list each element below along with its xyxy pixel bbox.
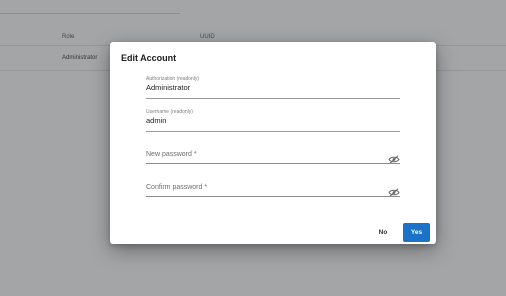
eye-off-icon[interactable] [388, 184, 400, 197]
yes-button[interactable]: Yes [403, 223, 430, 242]
username-value: admin [146, 116, 167, 125]
no-button[interactable]: No [374, 227, 392, 239]
username-underline [146, 131, 400, 132]
authorization-underline [146, 98, 400, 99]
confirm-password-underline [146, 196, 400, 197]
authorization-label: Authorization (readonly) [146, 76, 200, 82]
dialog-title: Edit Account [121, 53, 177, 63]
new-password-field[interactable]: New password * [146, 148, 400, 166]
new-password-placeholder: New password * [146, 151, 197, 158]
new-password-underline [146, 163, 400, 164]
eye-off-icon[interactable] [388, 151, 400, 164]
confirm-password-field[interactable]: Confirm password * [146, 181, 400, 199]
username-field: Username (readonly) admin [146, 109, 400, 133]
edit-account-dialog: Edit Account Authorization (readonly) Ad… [110, 42, 436, 244]
username-label: Username (readonly) [146, 109, 193, 115]
authorization-value: Administrator [146, 83, 191, 92]
authorization-field: Authorization (readonly) Administrator [146, 76, 400, 100]
confirm-password-placeholder: Confirm password * [146, 184, 208, 191]
